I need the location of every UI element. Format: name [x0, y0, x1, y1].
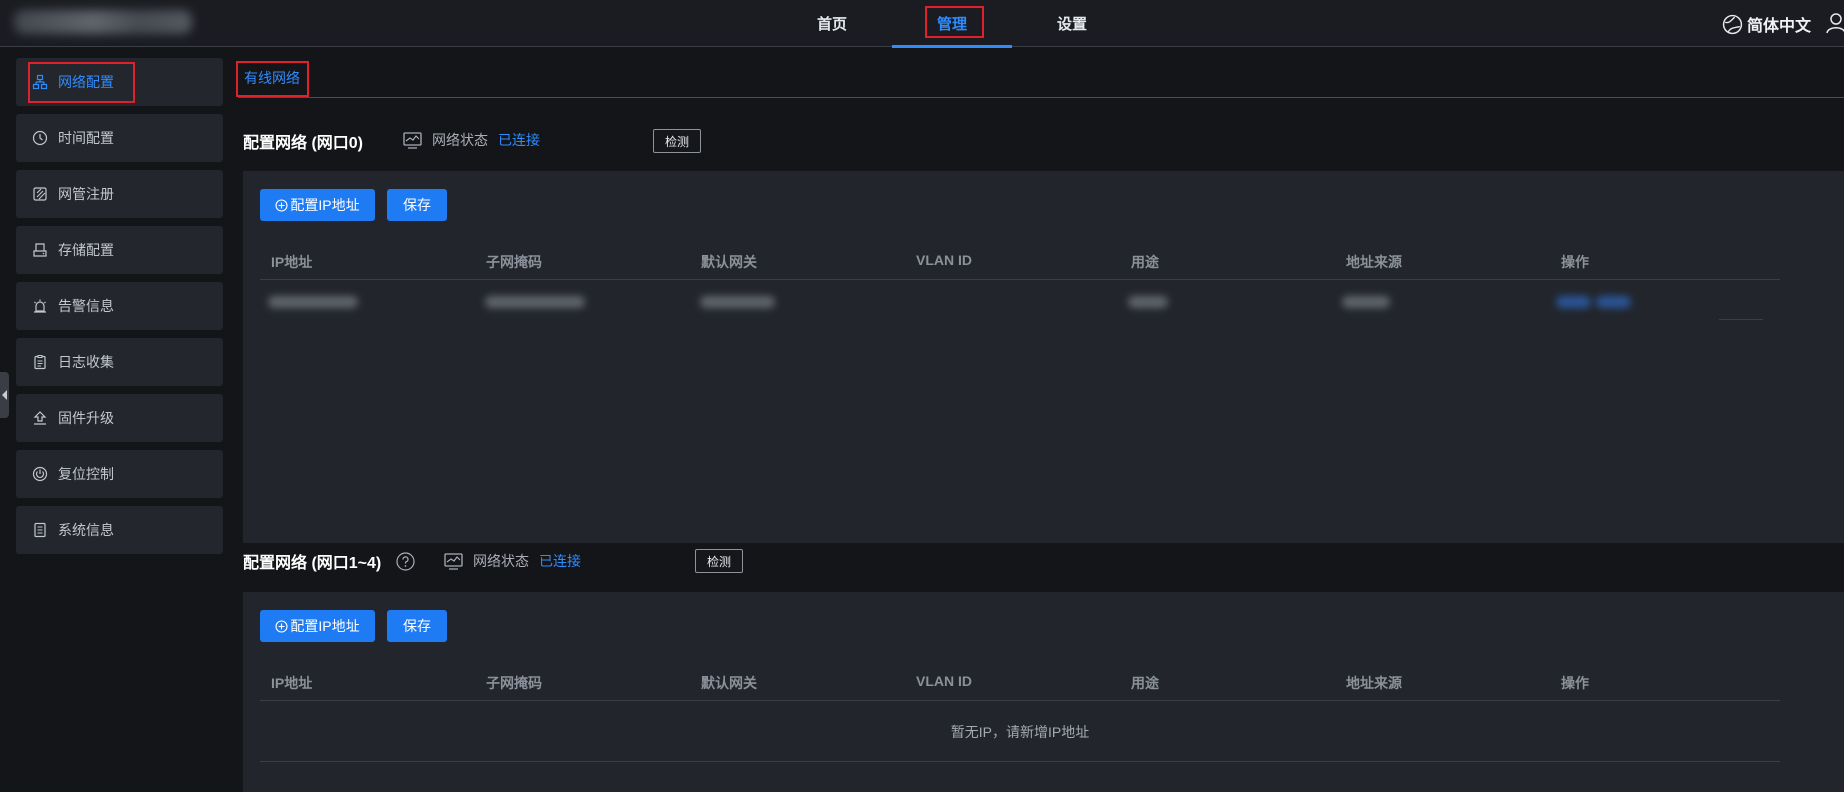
section0-title: 配置网络 (网口0) — [243, 135, 364, 152]
col-gateway: 默认网关 — [701, 254, 757, 270]
sidebar-item-register[interactable]: 网管注册 — [16, 170, 223, 218]
sidebar-item-time[interactable]: 时间配置 — [16, 114, 223, 162]
section0-panel: 配置IP地址 保存 IP地址 子网掩码 默认网关 VLAN ID 用途 地址来源… — [243, 171, 1844, 543]
document-icon — [32, 522, 48, 538]
sidebar-item-label: 告警信息 — [58, 298, 114, 314]
sidebar-collapse-toggle[interactable] — [0, 372, 9, 418]
top-bar: 首页 管理 设置 简体中文 — [0, 0, 1844, 48]
globe-icon — [1722, 14, 1743, 34]
storage-icon — [32, 242, 48, 258]
nav-active-indicator — [892, 45, 1012, 48]
section0-add-ip-button[interactable]: 配置IP地址 — [260, 189, 375, 221]
monitor-icon — [403, 131, 422, 149]
section1-add-ip-button[interactable]: 配置IP地址 — [260, 610, 375, 642]
section1-save-button[interactable]: 保存 — [387, 610, 447, 642]
plus-circle-icon — [275, 619, 288, 633]
row-edit-link[interactable] — [1556, 296, 1591, 308]
status-value: 已连接 — [498, 132, 540, 148]
section1-title: 配置网络 (网口1~4) — [243, 555, 382, 572]
sidebar-item-firmware[interactable]: 固件升级 — [16, 394, 223, 442]
sidebar-item-system[interactable]: 系统信息 — [16, 506, 223, 554]
sidebar-item-label: 固件升级 — [58, 410, 114, 426]
sidebar-item-label: 网管注册 — [58, 186, 114, 202]
sidebar-item-alarm[interactable]: 告警信息 — [16, 282, 223, 330]
help-icon[interactable] — [396, 552, 415, 571]
clipboard-icon — [32, 354, 48, 370]
nav-manage[interactable]: 管理 — [892, 0, 1012, 48]
section0-detect-button[interactable]: 检测 — [653, 129, 701, 153]
nav-manage-label: 管理 — [936, 16, 967, 33]
col-usage: 用途 — [1131, 675, 1159, 691]
sidebar-item-label: 系统信息 — [58, 522, 114, 538]
sidebar-item-label: 时间配置 — [58, 130, 114, 146]
status-label: 网络状态 — [432, 132, 488, 148]
register-icon — [32, 186, 48, 202]
row-divider — [1719, 319, 1763, 320]
col-action: 操作 — [1561, 675, 1589, 691]
section1-table-header: IP地址 子网掩码 默认网关 VLAN ID 用途 地址来源 操作 — [260, 661, 1780, 701]
language-label: 简体中文 — [1747, 18, 1812, 35]
plus-circle-icon — [275, 198, 288, 212]
col-usage: 用途 — [1131, 254, 1159, 270]
col-action: 操作 — [1561, 254, 1589, 270]
monitor-icon — [444, 552, 463, 570]
status-value: 已连接 — [539, 553, 581, 569]
sidebar-item-storage[interactable]: 存储配置 — [16, 226, 223, 274]
tab-bar: 有线网络 — [238, 58, 1844, 98]
col-vlan: VLAN ID — [916, 673, 972, 689]
nav-home[interactable]: 首页 — [772, 0, 892, 47]
sidebar: 网络配置 时间配置 网管注册 存储配置 告警信息 日志收集 固件升级 复位控制 … — [16, 58, 223, 562]
section0-table-header: IP地址 子网掩码 默认网关 VLAN ID 用途 地址来源 操作 — [260, 240, 1780, 280]
section1-detect-button[interactable]: 检测 — [695, 549, 743, 573]
clock-icon — [32, 130, 48, 146]
sidebar-item-log[interactable]: 日志收集 — [16, 338, 223, 386]
col-subnet: 子网掩码 — [486, 254, 542, 270]
section0-network-status: 网络状态 已连接 — [403, 130, 540, 150]
logo — [14, 10, 192, 34]
network-icon — [32, 74, 48, 90]
empty-table-message: 暂无IP，请新增IP地址 — [260, 702, 1780, 762]
sidebar-item-network[interactable]: 网络配置 — [16, 58, 223, 106]
table-row — [260, 282, 1780, 322]
sidebar-item-label: 日志收集 — [58, 354, 114, 370]
col-vlan: VLAN ID — [916, 252, 972, 268]
status-label: 网络状态 — [473, 553, 529, 569]
sidebar-item-label: 复位控制 — [58, 466, 114, 482]
alarm-icon — [32, 298, 48, 314]
add-ip-label: 配置IP地址 — [290, 197, 360, 213]
col-ip: IP地址 — [271, 254, 313, 270]
tab-wired-network[interactable]: 有线网络 — [244, 68, 300, 88]
sidebar-item-label: 网络配置 — [58, 74, 114, 90]
col-gateway: 默认网关 — [701, 675, 757, 691]
upgrade-icon — [32, 410, 48, 426]
user-icon[interactable] — [1826, 12, 1844, 34]
language-selector[interactable]: 简体中文 — [1722, 12, 1811, 36]
add-ip-label: 配置IP地址 — [290, 618, 360, 634]
sidebar-item-label: 存储配置 — [58, 242, 114, 258]
section0-save-button[interactable]: 保存 — [387, 189, 447, 221]
row-delete-link[interactable] — [1596, 296, 1631, 308]
sidebar-item-reset[interactable]: 复位控制 — [16, 450, 223, 498]
col-source: 地址来源 — [1346, 254, 1402, 270]
section1-network-status: 网络状态 已连接 — [444, 551, 581, 571]
power-icon — [32, 466, 48, 482]
col-source: 地址来源 — [1346, 675, 1402, 691]
section1-panel: 配置IP地址 保存 IP地址 子网掩码 默认网关 VLAN ID 用途 地址来源… — [243, 592, 1844, 792]
nav-settings[interactable]: 设置 — [1012, 0, 1132, 47]
col-ip: IP地址 — [271, 675, 313, 691]
col-subnet: 子网掩码 — [486, 675, 542, 691]
